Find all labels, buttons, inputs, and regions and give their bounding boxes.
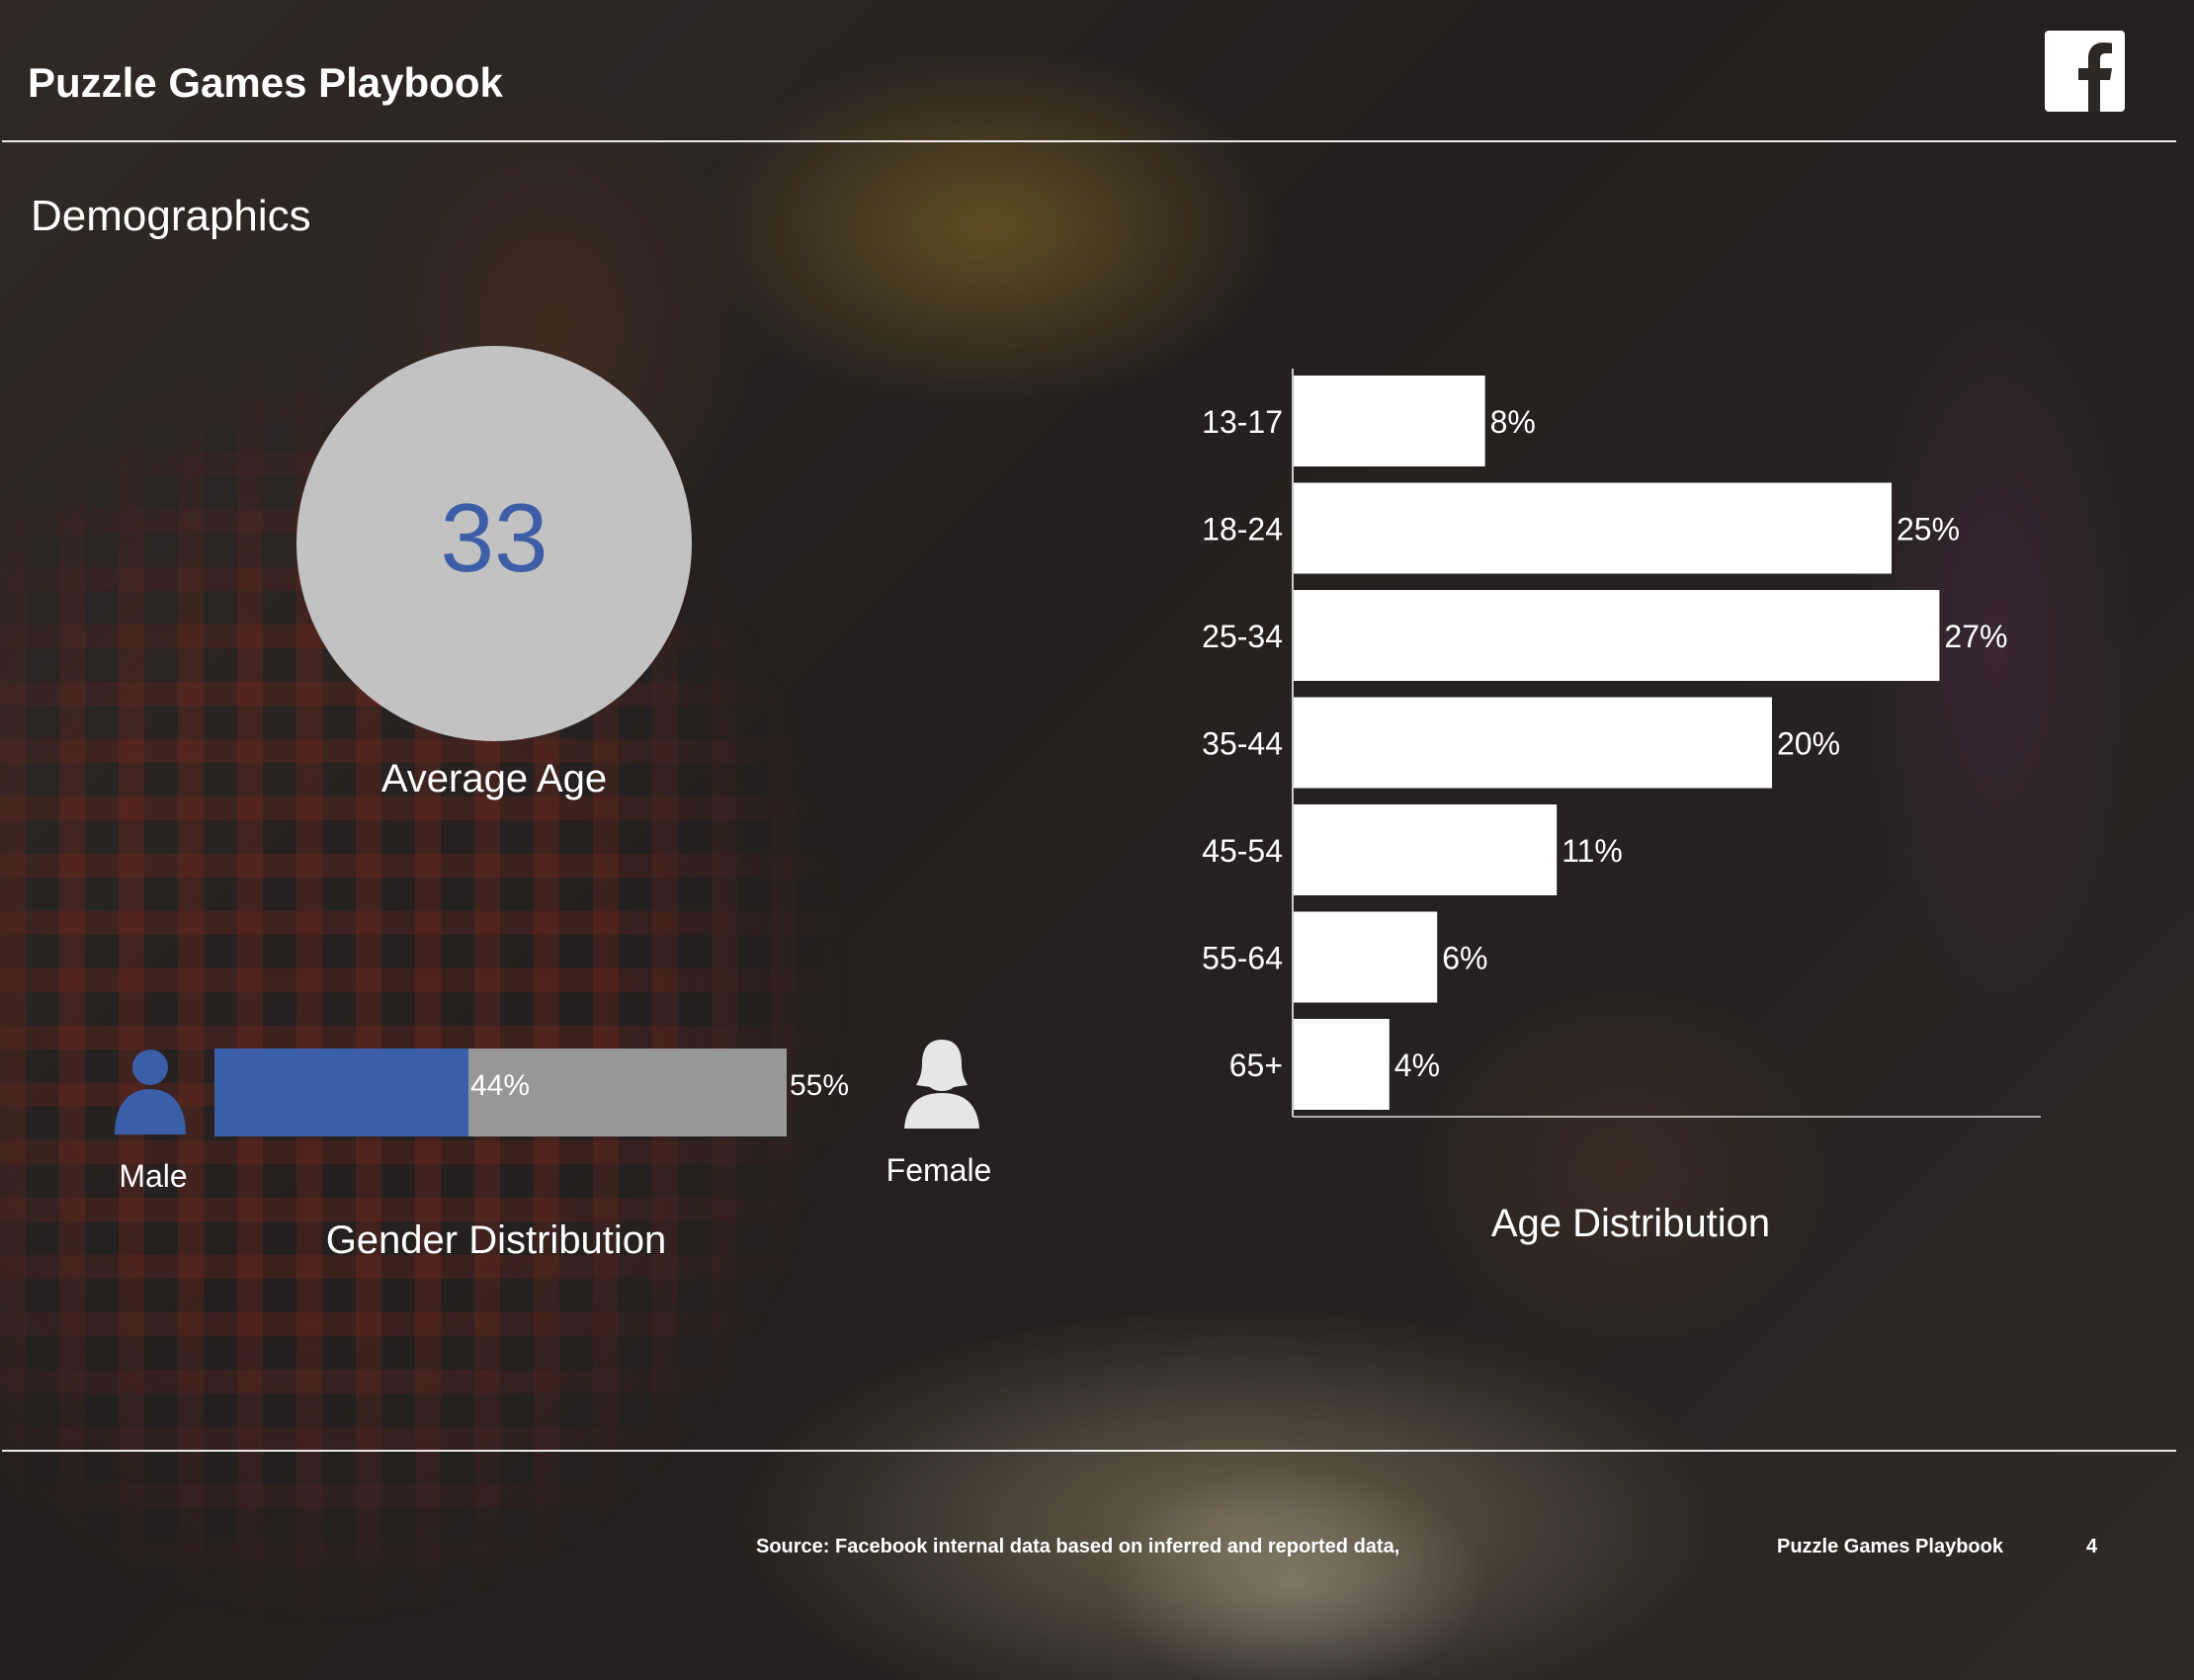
age-value-label: 11% bbox=[1561, 833, 1623, 869]
age-category-label: 25-34 bbox=[1202, 619, 1283, 654]
gender-distribution-title: Gender Distribution bbox=[325, 1218, 667, 1262]
gender-male-percent: 44% bbox=[470, 1069, 531, 1102]
footer-brand: Puzzle Games Playbook bbox=[1777, 1536, 2003, 1557]
age-category-label: 13-17 bbox=[1202, 404, 1283, 440]
age-distribution-chart: 13-17 8% 18-24 25% 25-34 27% 35-44 20% 45-54 11% 5… bbox=[1202, 369, 2041, 1118]
age-value-label: 4% bbox=[1394, 1048, 1440, 1083]
age-bar-18-24 bbox=[1294, 482, 1892, 574]
page-number: 4 bbox=[2086, 1536, 2098, 1557]
age-category-label: 18-24 bbox=[1202, 512, 1283, 547]
gender-female-label: Female bbox=[886, 1152, 992, 1188]
age-category-label: 45-54 bbox=[1202, 833, 1283, 869]
gender-bar-male bbox=[214, 1049, 468, 1136]
age-category-label: 35-44 bbox=[1202, 726, 1283, 762]
age-bar-13-17 bbox=[1294, 376, 1485, 466]
average-age-circle: 33 bbox=[296, 346, 692, 741]
age-value-label: 27% bbox=[1944, 619, 2007, 654]
age-category-label: 55-64 bbox=[1202, 941, 1283, 976]
age-bar-55-64 bbox=[1294, 911, 1438, 1003]
age-value-label: 8% bbox=[1490, 404, 1536, 440]
section-title: Demographics bbox=[31, 192, 311, 240]
age-value-label: 6% bbox=[1442, 941, 1487, 976]
average-age-value: 33 bbox=[440, 482, 548, 592]
average-age-label: Average Age bbox=[380, 757, 608, 800]
age-value-label: 20% bbox=[1777, 726, 1840, 762]
age-bar-35-44 bbox=[1294, 697, 1772, 789]
age-bar-65+ bbox=[1294, 1019, 1390, 1110]
female-person-icon bbox=[904, 1040, 979, 1129]
header-divider bbox=[2, 140, 2176, 142]
age-distribution-title: Age Distribution bbox=[1490, 1202, 1771, 1245]
gender-female-percent: 55% bbox=[790, 1069, 850, 1102]
header-title: Puzzle Games Playbook bbox=[28, 59, 503, 106]
footer-divider bbox=[2, 1450, 2176, 1452]
footer-source: Source: Facebook internal data based on … bbox=[756, 1536, 1400, 1557]
age-bar-25-34 bbox=[1294, 590, 1940, 681]
age-bar-45-54 bbox=[1294, 804, 1558, 895]
age-value-label: 25% bbox=[1897, 512, 1960, 547]
male-person-icon bbox=[115, 1050, 186, 1134]
age-category-label: 65+ bbox=[1229, 1048, 1283, 1083]
facebook-logo-icon bbox=[2045, 31, 2125, 112]
gender-male-label: Male bbox=[119, 1158, 188, 1194]
